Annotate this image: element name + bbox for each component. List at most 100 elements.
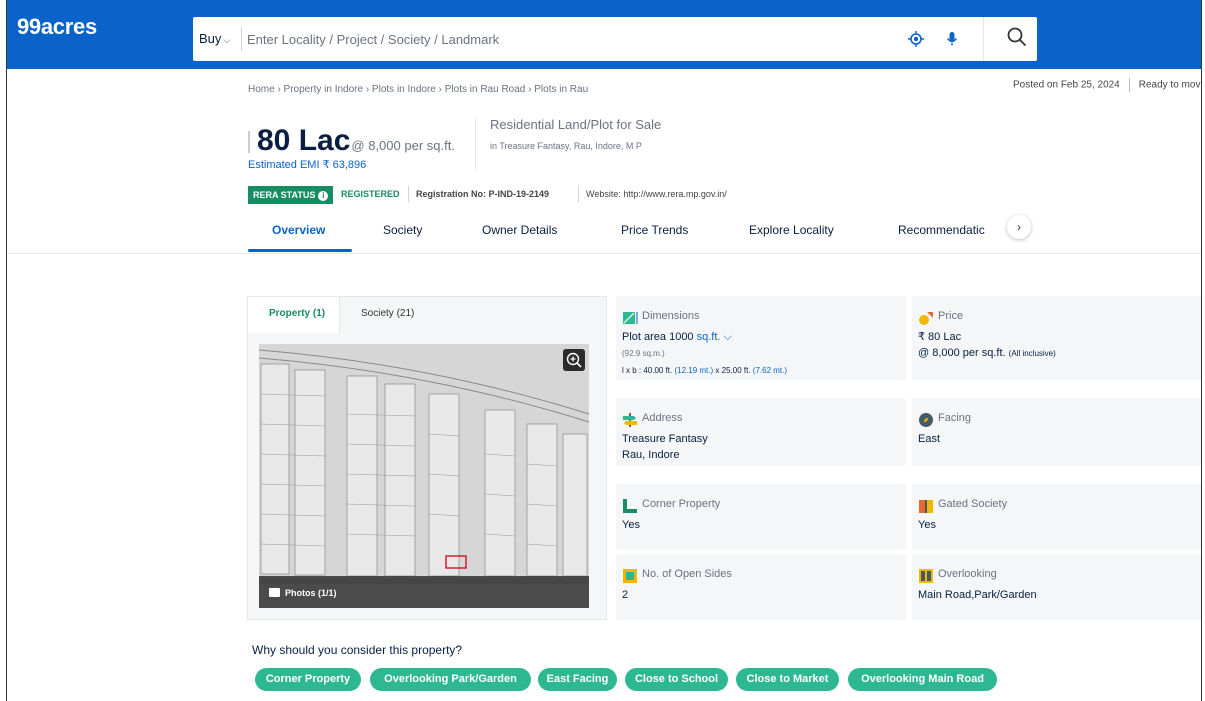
gate-icon: [919, 500, 933, 513]
tab-price-trends[interactable]: Price Trends: [621, 223, 688, 237]
rera-registration-no: Registration No: P-IND-19-2149: [416, 189, 550, 199]
dimensions-icon: [623, 312, 638, 324]
price-per-sqft: @ 8,000 per sq.ft.: [351, 138, 455, 153]
why-consider-heading: Why should you consider this property?: [252, 643, 463, 657]
divider: [408, 186, 409, 202]
price-note: (All inclusive): [1008, 349, 1056, 358]
plot-layout-image[interactable]: Photos (1/1): [259, 344, 589, 608]
length-breadth: l x b : 40.00 ft. (12.19 mt.) x 25.00 ft…: [622, 366, 787, 375]
price-title: Price: [938, 310, 964, 322]
price-detail: ₹ 80 Lac @ 8,000 per sq.ft. (All inclusi…: [918, 329, 1056, 362]
rera-registered: REGISTERED: [341, 189, 400, 199]
price-detail-value: ₹ 80 Lac: [918, 331, 962, 343]
address-value: Treasure Fantasy Rau, Indore: [622, 431, 708, 463]
breadth-value: x 25.00 ft.: [715, 366, 751, 375]
listing-price: 80 Lac@ 8,000 per sq.ft.: [257, 124, 455, 158]
property-type: Residential Land/Plot for Sale: [490, 117, 662, 132]
buy-label: Buy: [199, 31, 222, 46]
rera-badge-label: RERA STATUS: [253, 190, 316, 200]
logo[interactable]: 99acres: [17, 14, 97, 40]
rupee-symbol-placeholder: [248, 131, 250, 153]
tab-society[interactable]: Society: [383, 223, 422, 237]
detail-facing: Facing East: [912, 398, 1201, 466]
address-line-2: Rau, Indore: [622, 449, 680, 461]
detail-dimensions: Dimensions Plot area 1000 sq.ft. ⌵ (92.9…: [616, 296, 906, 380]
address-line-1: Treasure Fantasy: [622, 433, 708, 445]
corner-value: Yes: [622, 519, 640, 531]
photos-count: Photos (1/1): [285, 588, 337, 598]
chip-close-to-school[interactable]: Close to School: [625, 668, 728, 691]
section-tabs: Overview Society Owner Details Price Tre…: [248, 215, 1031, 253]
tab-overview[interactable]: Overview: [272, 223, 325, 237]
divider: [578, 186, 579, 202]
chip-overlooking-main-road[interactable]: Overlooking Main Road: [848, 668, 997, 691]
facing-title: Facing: [938, 412, 972, 424]
search-separator: [983, 17, 984, 61]
info-icon[interactable]: i: [318, 191, 329, 201]
search-icon[interactable]: [1005, 25, 1029, 49]
length-meters: (12.19 mt.): [674, 366, 714, 375]
top-header: 99acres Buy ⌵: [7, 0, 1201, 69]
overlooking-value: Main Road,Park/Garden: [918, 589, 1037, 601]
plot-area-value: Plot area 1000: [622, 331, 694, 343]
location-icon[interactable]: [905, 28, 927, 50]
breadcrumb[interactable]: Home › Property in Indore › Plots in Ind…: [248, 84, 588, 95]
chevron-down-icon: ⌵: [723, 331, 732, 343]
open-sides-icon: [623, 569, 637, 583]
open-sides-title: No. of Open Sides: [642, 568, 732, 580]
gated-value: Yes: [918, 519, 936, 531]
property-details: Dimensions Plot area 1000 sq.ft. ⌵ (92.9…: [616, 296, 1201, 620]
photos-count-bar[interactable]: Photos (1/1): [259, 576, 589, 608]
window-icon: [919, 569, 933, 583]
detail-corner-property: Corner Property Yes: [616, 484, 906, 550]
plot-area-sqm: (92.9 sq.m.): [622, 349, 665, 358]
tab-society-photos[interactable]: Society (21): [361, 308, 414, 319]
chevron-down-icon: ⌵: [223, 35, 231, 45]
unit-selector[interactable]: sq.ft. ⌵: [697, 331, 732, 343]
length-value: l x b : 40.00 ft.: [622, 366, 673, 375]
mic-icon[interactable]: [941, 28, 963, 50]
price-detail-per: @ 8,000 per sq.ft.: [918, 347, 1006, 359]
chip-close-to-market[interactable]: Close to Market: [736, 668, 839, 691]
corner-icon: [623, 499, 637, 513]
search-divider: [241, 27, 242, 51]
photo-tabs: Property (1) Society (21): [248, 297, 606, 333]
tab-property-photos[interactable]: Property (1): [269, 308, 325, 319]
chevron-right-icon[interactable]: ›: [1007, 215, 1031, 239]
detail-address: Address Treasure Fantasy Rau, Indore: [616, 398, 906, 466]
buy-dropdown[interactable]: Buy ⌵: [199, 31, 230, 46]
facing-value: East: [918, 433, 941, 445]
breadth-meters: (7.62 mt.): [752, 366, 788, 375]
plot-layout-drawing: [259, 344, 589, 608]
tabs-divider: [7, 253, 1201, 254]
tab-recommendations[interactable]: Recommendatic: [898, 223, 985, 237]
property-location: in Treasure Fantasy, Rau, Indore, M P: [490, 141, 642, 151]
rera-status-badge[interactable]: RERA STATUS i: [248, 186, 334, 204]
tab-explore-locality[interactable]: Explore Locality: [749, 223, 834, 237]
page-frame: 99acres Buy ⌵ Enter Locality / Project /…: [6, 0, 1202, 701]
address-title: Address: [642, 412, 683, 424]
unit-label: sq.ft.: [696, 331, 721, 343]
posted-date: Posted on Feb 25, 2024: [1013, 79, 1120, 91]
corner-title: Corner Property: [642, 498, 721, 510]
search-bar: Buy ⌵: [193, 17, 1037, 61]
plot-area: Plot area 1000 sq.ft. ⌵ (92.9 sq.m.): [622, 329, 732, 362]
divider: [475, 118, 476, 170]
chip-overlooking-park[interactable]: Overlooking Park/Garden: [370, 668, 531, 691]
detail-price: Price ₹ 80 Lac @ 8,000 per sq.ft. (All i…: [912, 296, 1201, 380]
zoom-in-icon[interactable]: [563, 349, 585, 371]
detail-overlooking: Overlooking Main Road,Park/Garden: [912, 554, 1201, 620]
chip-east-facing[interactable]: East Facing: [538, 668, 617, 691]
detail-gated-society: Gated Society Yes: [912, 484, 1201, 550]
photo-card: Property (1) Society (21) Photos (1/1): [247, 296, 607, 620]
image-icon: [269, 588, 280, 597]
tab-owner-details[interactable]: Owner Details: [482, 223, 557, 237]
search-input[interactable]: [247, 27, 887, 51]
chip-corner-property[interactable]: Corner Property: [255, 668, 361, 691]
gated-title: Gated Society: [938, 498, 1008, 510]
rera-website[interactable]: Website: http://www.rera.mp.gov.in/: [586, 189, 727, 199]
estimated-emi-link[interactable]: Estimated EMI ₹ 63,896: [248, 158, 366, 171]
signpost-icon: [623, 413, 637, 427]
active-tab-indicator: [248, 249, 352, 252]
compass-icon: [919, 413, 933, 427]
